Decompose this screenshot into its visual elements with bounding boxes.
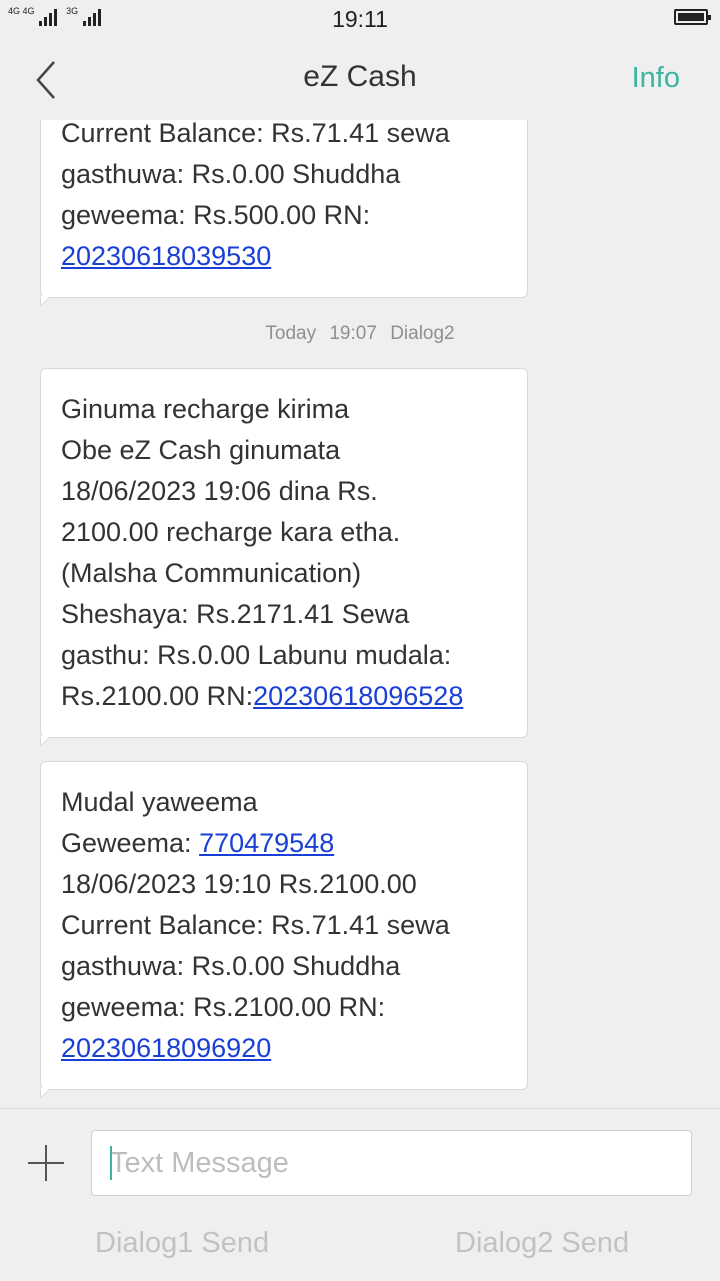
message-bubble[interactable]: Ginuma recharge kirima Obe eZ Cash ginum… xyxy=(40,368,528,747)
message-bubble[interactable]: Mudal yaweema Geweema: 770479548 18/06/2… xyxy=(40,761,528,1099)
reference-number-link[interactable]: 20230618096920 xyxy=(61,1033,271,1063)
message-line: 18/06/2023 19:06 dina Rs. xyxy=(61,476,378,506)
battery-icon xyxy=(674,9,711,25)
reference-number-link[interactable]: 20230618096528 xyxy=(253,681,463,711)
conversation-title: eZ Cash xyxy=(303,60,417,93)
message-line: Sheshaya: Rs.2171.41 Sewa xyxy=(61,599,410,629)
conversation-header: eZ Cash Info xyxy=(0,40,720,120)
reference-number-link[interactable]: 20230618039530 xyxy=(61,241,271,271)
message-line: Current Balance: Rs.71.41 sewa xyxy=(61,120,450,148)
message-line: gasthuwa: Rs.0.00 Shuddha xyxy=(61,159,401,189)
send-sim1-button[interactable]: Dialog1 Send xyxy=(95,1227,269,1260)
message-line: Geweema: xyxy=(61,828,200,858)
composer: Dialog1 Send Dialog2 Send xyxy=(0,1108,720,1281)
timestamp-day: Today xyxy=(265,323,317,344)
message-line: gasthu: Rs.0.00 Labunu mudala: xyxy=(61,640,452,670)
message-line: gasthuwa: Rs.0.00 Shuddha xyxy=(61,951,401,981)
message-line: 2100.00 recharge kara etha. xyxy=(61,517,401,547)
message-line: Ginuma recharge kirima xyxy=(61,394,350,424)
text-cursor xyxy=(110,1146,112,1180)
message-bubble[interactable]: Current Balance: Rs.71.41 sewa gasthuwa:… xyxy=(40,120,528,307)
bubble-tail xyxy=(40,296,50,307)
bubble-tail xyxy=(40,1088,50,1099)
attach-plus-icon[interactable] xyxy=(28,1145,64,1181)
message-timestamp: Today 19:07 Dialog2 xyxy=(0,323,720,345)
message-line: 18/06/2023 19:10 Rs.2100.00 xyxy=(61,869,417,899)
status-bar: 4G 4G 3G 19:11 xyxy=(0,0,720,40)
info-button[interactable]: Info xyxy=(632,62,680,95)
status-clock: 19:11 xyxy=(332,6,388,32)
message-line: (Malsha Communication) xyxy=(61,558,362,588)
timestamp-sim: Dialog2 xyxy=(390,323,455,344)
message-list[interactable]: Current Balance: Rs.71.41 sewa gasthuwa:… xyxy=(0,120,720,1110)
bubble-tail xyxy=(40,736,50,747)
message-line: Rs.2100.00 RN: xyxy=(61,681,254,711)
message-line: geweema: Rs.2100.00 RN: xyxy=(61,992,386,1022)
message-line: Obe eZ Cash ginumata xyxy=(61,435,341,465)
phone-number-link[interactable]: 770479548 xyxy=(199,828,334,858)
send-sim2-button[interactable]: Dialog2 Send xyxy=(455,1227,629,1260)
message-line: Mudal yaweema xyxy=(61,787,258,817)
message-line: Current Balance: Rs.71.41 sewa xyxy=(61,910,450,940)
message-line: geweema: Rs.500.00 RN: xyxy=(61,200,371,230)
message-input[interactable] xyxy=(91,1130,692,1196)
timestamp-time: 19:07 xyxy=(329,323,377,344)
